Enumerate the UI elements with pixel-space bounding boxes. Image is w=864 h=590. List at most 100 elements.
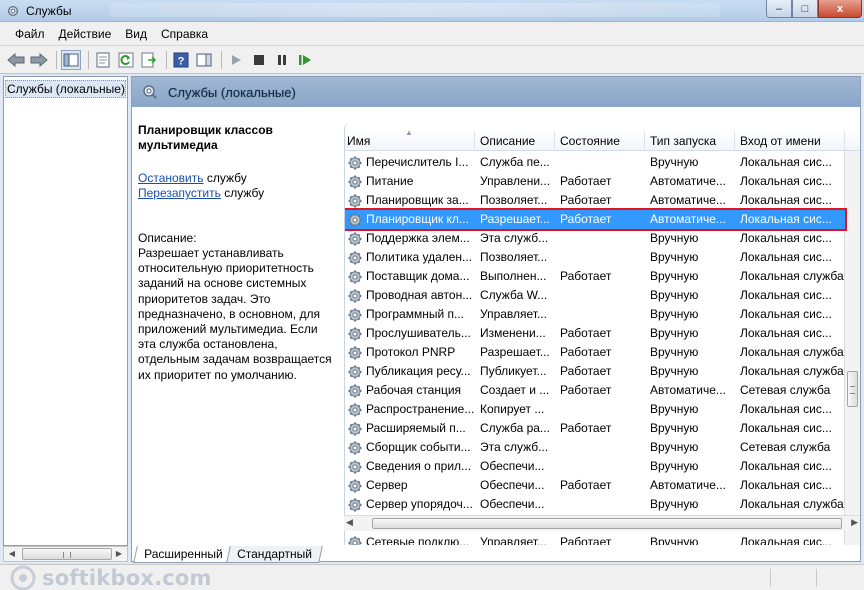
table-row[interactable]: Питание Управлени... Работает Автоматиче...… (345, 172, 845, 191)
table-row[interactable]: Планировщик за... Позволяет... Работает Авт… (345, 191, 845, 210)
table-row[interactable]: Протокол PNRP Разрешает... Работает Вручную… (345, 343, 845, 362)
service-state-cell: Работает (560, 421, 612, 435)
watermark-logo-icon (10, 565, 36, 590)
service-startup-cell: Вручную (650, 421, 699, 435)
column-header-description[interactable]: Описание (475, 131, 555, 151)
tree-item-services-local[interactable]: Службы (локальные) (5, 80, 126, 98)
column-header-state[interactable]: Состояние (555, 131, 645, 151)
menu-file[interactable]: Файл (8, 27, 52, 41)
service-state-cell: Работает (560, 364, 612, 378)
list-vertical-scrollbar[interactable] (844, 151, 860, 545)
show-hide-action-pane-button[interactable] (194, 50, 214, 70)
services-search-icon (143, 85, 157, 99)
restart-link-suffix: службу (220, 186, 265, 200)
service-description-cell: Служба ра... (480, 421, 550, 435)
table-row[interactable]: Политика удален... Позволяет... Вручную Лок… (345, 248, 845, 267)
table-row[interactable]: Сборщик событи... Эта служб... Вручную Сете… (345, 438, 845, 457)
tree-horizontal-scrollbar[interactable]: ◀ ▶ (3, 546, 128, 562)
table-row[interactable]: Сведения о прил... Обеспечи... Вручную Лока… (345, 457, 845, 476)
close-button[interactable]: x (818, 0, 862, 18)
view-tabs: Расширенный Стандартный (131, 546, 861, 563)
scroll-left-icon[interactable]: ◀ (4, 547, 20, 561)
table-row[interactable]: Поддержка элем... Эта служб... Вручную Лока… (345, 229, 845, 248)
service-description-cell: Позволяет... (480, 193, 548, 207)
back-button[interactable] (6, 50, 26, 70)
start-service-button[interactable] (226, 50, 246, 70)
table-row[interactable]: Программный п... Управляет... Вручную Локал… (345, 305, 845, 324)
column-header-logon-as[interactable]: Вход от имени (735, 131, 845, 151)
service-description-cell: Служба W... (480, 288, 548, 302)
service-name-cell: Перечислитель I... (345, 153, 475, 172)
service-gear-icon (348, 422, 362, 435)
column-header-name[interactable]: ▲ Имя (345, 128, 475, 151)
table-row[interactable]: Сервер Обеспечи... Работает Автоматиче... Ло… (345, 476, 845, 495)
refresh-button[interactable] (116, 50, 136, 70)
service-logon-cell: Локальная сис... (740, 174, 832, 188)
service-logon-cell: Локальная сис... (740, 459, 832, 473)
show-hide-action-pane-icon (196, 53, 212, 66)
service-startup-cell: Вручную (650, 440, 699, 454)
table-row-selected[interactable]: Планировщик кл... Разрешает... Работает Авт… (345, 208, 847, 231)
table-row[interactable]: Сетевые подклю... Управляет... Работает Вру… (345, 533, 845, 545)
service-description-cell: Эта служб... (480, 231, 549, 245)
restart-service-button[interactable] (295, 50, 315, 70)
service-gear-icon (348, 441, 362, 454)
scrollbar-thumb[interactable] (372, 518, 842, 529)
column-header-startup-type[interactable]: Тип запуска (645, 131, 735, 151)
table-row[interactable]: Рабочая станция Создает и ... Работает Авто… (345, 381, 845, 400)
service-description-cell: Изменени... (480, 326, 546, 340)
service-gear-icon (348, 327, 362, 340)
export-list-button[interactable] (139, 50, 159, 70)
scrollbar-thumb[interactable] (847, 371, 858, 407)
tab-standard[interactable]: Стандартный (225, 546, 323, 563)
service-state-cell (555, 400, 645, 419)
forward-icon (30, 52, 48, 67)
scroll-right-icon[interactable]: ▶ (851, 517, 858, 528)
service-name-cell: Протокол PNRP (345, 343, 475, 362)
restart-service-link[interactable]: Перезапустить (138, 186, 221, 200)
stop-service-link[interactable]: Остановить (138, 171, 204, 185)
pause-service-button[interactable] (272, 50, 292, 70)
scrollbar-thumb[interactable] (22, 548, 112, 560)
table-row[interactable]: Расширяемый п... Служба ра... Работает Вруч… (345, 419, 845, 438)
service-description-cell: Публикует... (480, 364, 547, 378)
table-row[interactable]: Прослушиватель... Изменени... Работает Вруч… (345, 324, 845, 343)
service-name-cell: Политика удален... (345, 248, 475, 267)
menu-help[interactable]: Справка (154, 27, 215, 41)
table-row[interactable]: Публикация ресу... Публикует... Работает Вр… (345, 362, 845, 381)
scroll-right-icon[interactable]: ▶ (111, 547, 127, 561)
service-name-cell: Сервер упорядоч... (345, 495, 475, 514)
service-startup-cell: Автоматиче... (650, 383, 726, 397)
description-pane: Планировщик классов мультимедиа Останови… (132, 107, 342, 545)
service-logon-cell: Локальная сис... (740, 478, 832, 492)
stop-service-button[interactable] (249, 50, 269, 70)
table-row[interactable]: Перечислитель I... Служба пе... Вручную Лок… (345, 153, 845, 172)
description-text: Разрешает устанавливать относительную пр… (138, 246, 332, 382)
help-button[interactable]: ? (171, 50, 191, 70)
forward-button[interactable] (29, 50, 49, 70)
menu-action[interactable]: Действие (52, 27, 119, 41)
service-description-cell: Выполнен... (480, 269, 547, 283)
service-logon-cell: Локальная служба (740, 269, 844, 283)
properties-button[interactable] (93, 50, 113, 70)
service-startup-cell: Вручную (650, 364, 699, 378)
list-horizontal-scrollbar[interactable]: ◀ ▶ (344, 515, 860, 531)
console-tree: Службы (локальные) (3, 76, 128, 546)
maximize-button[interactable]: □ (792, 0, 818, 18)
help-icon: ? (173, 52, 189, 67)
service-description-cell: Обеспечи... (480, 478, 545, 492)
toolbar-separator (56, 50, 57, 69)
table-row[interactable]: Поставщик дома... Выполнен... Работает Вруч… (345, 267, 845, 286)
service-name-cell: Сведения о прил... (345, 457, 475, 476)
scroll-left-icon[interactable]: ◀ (346, 517, 353, 528)
table-row[interactable]: Распространение... Копирует ... Вручную Лок… (345, 400, 845, 419)
table-row[interactable]: Проводная автон... Служба W... Вручную Лока… (345, 286, 845, 305)
table-row[interactable]: Сервер упорядоч... Обеспечи... Вручную Лока… (345, 495, 845, 514)
service-logon-cell: Локальная служба (740, 497, 844, 511)
status-bar: softikbox.com (0, 564, 864, 590)
tab-extended[interactable]: Расширенный (133, 546, 234, 563)
menu-view[interactable]: Вид (118, 27, 154, 41)
service-name-cell: Публикация ресу... (345, 362, 475, 381)
show-hide-tree-button[interactable] (61, 49, 81, 70)
minimize-button[interactable]: – (766, 0, 792, 18)
